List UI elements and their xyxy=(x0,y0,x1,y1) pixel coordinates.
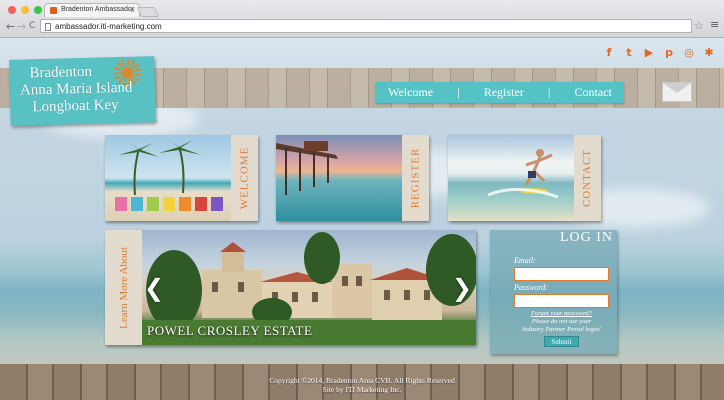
learn-more-carousel: Learn More About ❮ ❯ POWEL CROSLEY ESTAT… xyxy=(105,230,476,345)
pinterest-icon[interactable]: p xyxy=(662,46,676,60)
address-bar[interactable]: ambassador.iti-marketing.com xyxy=(40,19,692,33)
facebook-icon[interactable]: f xyxy=(602,46,616,60)
password-label: Password: xyxy=(514,283,548,292)
logo-line-3: Longboat Key xyxy=(32,97,119,116)
forgot-password-link[interactable]: Forgot your password? xyxy=(514,310,609,318)
welcome-tile[interactable]: WELCOME xyxy=(105,135,258,221)
nav-separator: | xyxy=(547,85,551,99)
login-note-1: Please do not use your xyxy=(531,318,592,325)
carousel-caption: POWEL CROSLEY ESTATE xyxy=(147,323,313,338)
skimboarder-image xyxy=(448,135,574,221)
contact-tile[interactable]: CONTACT xyxy=(448,135,601,221)
login-help: Forgot your password? Please do not use … xyxy=(514,310,609,334)
password-field[interactable] xyxy=(514,294,609,308)
pier-sunset-image xyxy=(276,135,402,221)
beach-chairs-image xyxy=(105,135,231,221)
credit-link[interactable]: Site by ITI Marketing Inc. xyxy=(0,385,724,394)
nav-register-link[interactable]: Register xyxy=(484,85,524,100)
login-note-2: Industry Partner Portal login! xyxy=(522,326,601,333)
nav-welcome-link[interactable]: Welcome xyxy=(388,85,433,100)
nav-contact-link[interactable]: Contact xyxy=(575,85,612,100)
close-window-button[interactable] xyxy=(8,6,16,14)
twitter-icon[interactable]: t xyxy=(622,46,636,60)
register-tile-label: REGISTER xyxy=(409,147,422,209)
email-field[interactable] xyxy=(514,267,609,281)
tripadvisor-icon[interactable]: ◎ xyxy=(682,46,696,60)
url-text: ambassador.iti-marketing.com xyxy=(55,22,162,31)
copyright-text: Copyright ©2014, Bradenton Area CVB. All… xyxy=(269,376,455,385)
contact-tile-label: CONTACT xyxy=(581,148,594,208)
browser-menu-icon[interactable]: ≡ xyxy=(710,18,719,31)
learn-more-label: Learn More About xyxy=(117,246,130,329)
browser-tab[interactable]: Bradenton Ambassador × xyxy=(44,3,140,17)
welcome-tile-label: WELCOME xyxy=(238,146,251,210)
register-tile[interactable]: REGISTER xyxy=(276,135,429,221)
youtube-icon[interactable]: ▶ xyxy=(642,46,656,60)
carousel-next-arrow[interactable]: ❯ xyxy=(452,274,472,302)
tab-close-icon[interactable]: × xyxy=(130,6,135,15)
nav-separator: | xyxy=(457,85,460,99)
social-links: f t ▶ p ◎ ✱ xyxy=(602,46,716,60)
tab-title: Bradenton Ambassador xyxy=(61,6,135,13)
reload-icon[interactable]: C xyxy=(29,21,35,31)
main-navigation: Welcome | Register | Contact xyxy=(376,82,624,103)
login-title: LOG IN xyxy=(559,230,613,245)
email-label: Email: xyxy=(514,256,536,265)
estate-photo[interactable]: ❮ ❯ POWEL CROSLEY ESTATE xyxy=(142,230,476,345)
new-tab-button[interactable] xyxy=(136,7,160,17)
submit-button[interactable]: Submit xyxy=(544,336,579,347)
forward-icon[interactable]: → xyxy=(17,20,26,33)
yelp-icon[interactable]: ✱ xyxy=(702,46,716,60)
page-icon xyxy=(45,23,51,31)
login-panel: LOG IN Email: Password: Forgot your pass… xyxy=(490,230,617,354)
favicon-icon xyxy=(50,7,57,14)
footer: Copyright ©2014, Bradenton Area CVB. All… xyxy=(0,376,724,394)
logo-line-1: Bradenton xyxy=(29,63,93,82)
maximize-window-button[interactable] xyxy=(34,6,42,14)
bookmark-star-icon[interactable]: ☆ xyxy=(694,19,704,32)
window-controls xyxy=(8,6,42,14)
browser-chrome: Bradenton Ambassador × ← → C ambassador.… xyxy=(0,0,724,38)
envelope-icon[interactable] xyxy=(662,82,692,102)
site-logo[interactable]: Bradenton Anna Maria Island Longboat Key xyxy=(9,56,156,126)
back-icon[interactable]: ← xyxy=(6,20,15,33)
web-page: f t ▶ p ◎ ✱ Bradenton Anna Maria Island … xyxy=(0,38,724,400)
minimize-window-button[interactable] xyxy=(21,6,29,14)
carousel-prev-arrow[interactable]: ❮ xyxy=(144,274,164,302)
